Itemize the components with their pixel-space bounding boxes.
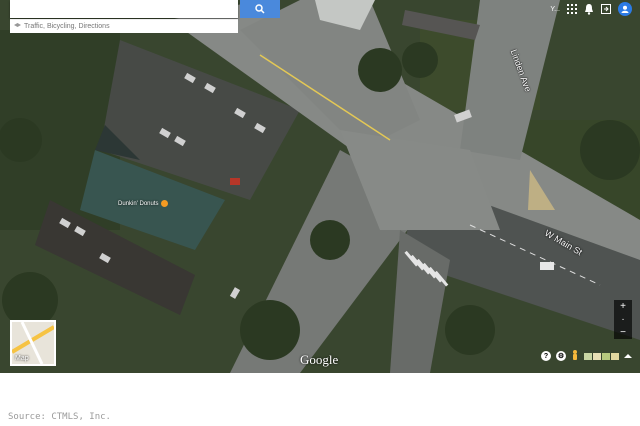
search-icon [255,4,265,14]
imagery-thumbnails[interactable] [584,352,619,360]
source-caption: Source: CTMLS, Inc. [8,412,111,422]
place-name: Dunkin' Donuts [118,200,159,207]
search-input[interactable] [10,0,238,18]
place-label-dunkin[interactable]: Dunkin' Donuts [118,200,168,207]
notification-bell-icon[interactable] [584,3,594,15]
top-right-controls: Y... [550,0,632,18]
map-type-label: Map [15,355,29,362]
layer-suggestions[interactable]: Traffic, Bicycling, Directions [10,19,238,33]
settings-button[interactable]: ⚙ [556,351,566,361]
thumb-1[interactable] [584,352,592,360]
account-text[interactable]: Y... [550,6,560,13]
expand-arrow-icon[interactable] [624,352,632,360]
thumb-2[interactable] [593,352,601,360]
suggestions-label: Traffic, Bicycling, Directions [24,23,110,30]
thumb-3[interactable] [602,352,610,360]
google-logo: Google [300,352,339,367]
profile-avatar-icon[interactable] [618,2,632,16]
bottom-controls: ? ⚙ [541,350,632,362]
apps-grid-icon[interactable] [567,4,577,14]
zoom-controls: + · − [614,300,632,339]
pegman-icon[interactable] [571,350,579,362]
map-type-toggle[interactable]: Map [10,320,56,366]
thumb-4[interactable] [611,352,619,360]
food-pin-icon [160,200,168,207]
search-button[interactable] [240,0,280,18]
zoom-in-button[interactable]: + [620,300,626,313]
layers-icon [14,23,21,27]
satellite-imagery [0,0,640,373]
zoom-out-button[interactable]: − [620,326,626,339]
help-button[interactable]: ? [541,351,551,361]
share-icon[interactable] [601,4,611,14]
map-canvas[interactable]: Traffic, Bicycling, Directions Y... Lind… [0,0,640,373]
zoom-separator: · [621,314,625,325]
